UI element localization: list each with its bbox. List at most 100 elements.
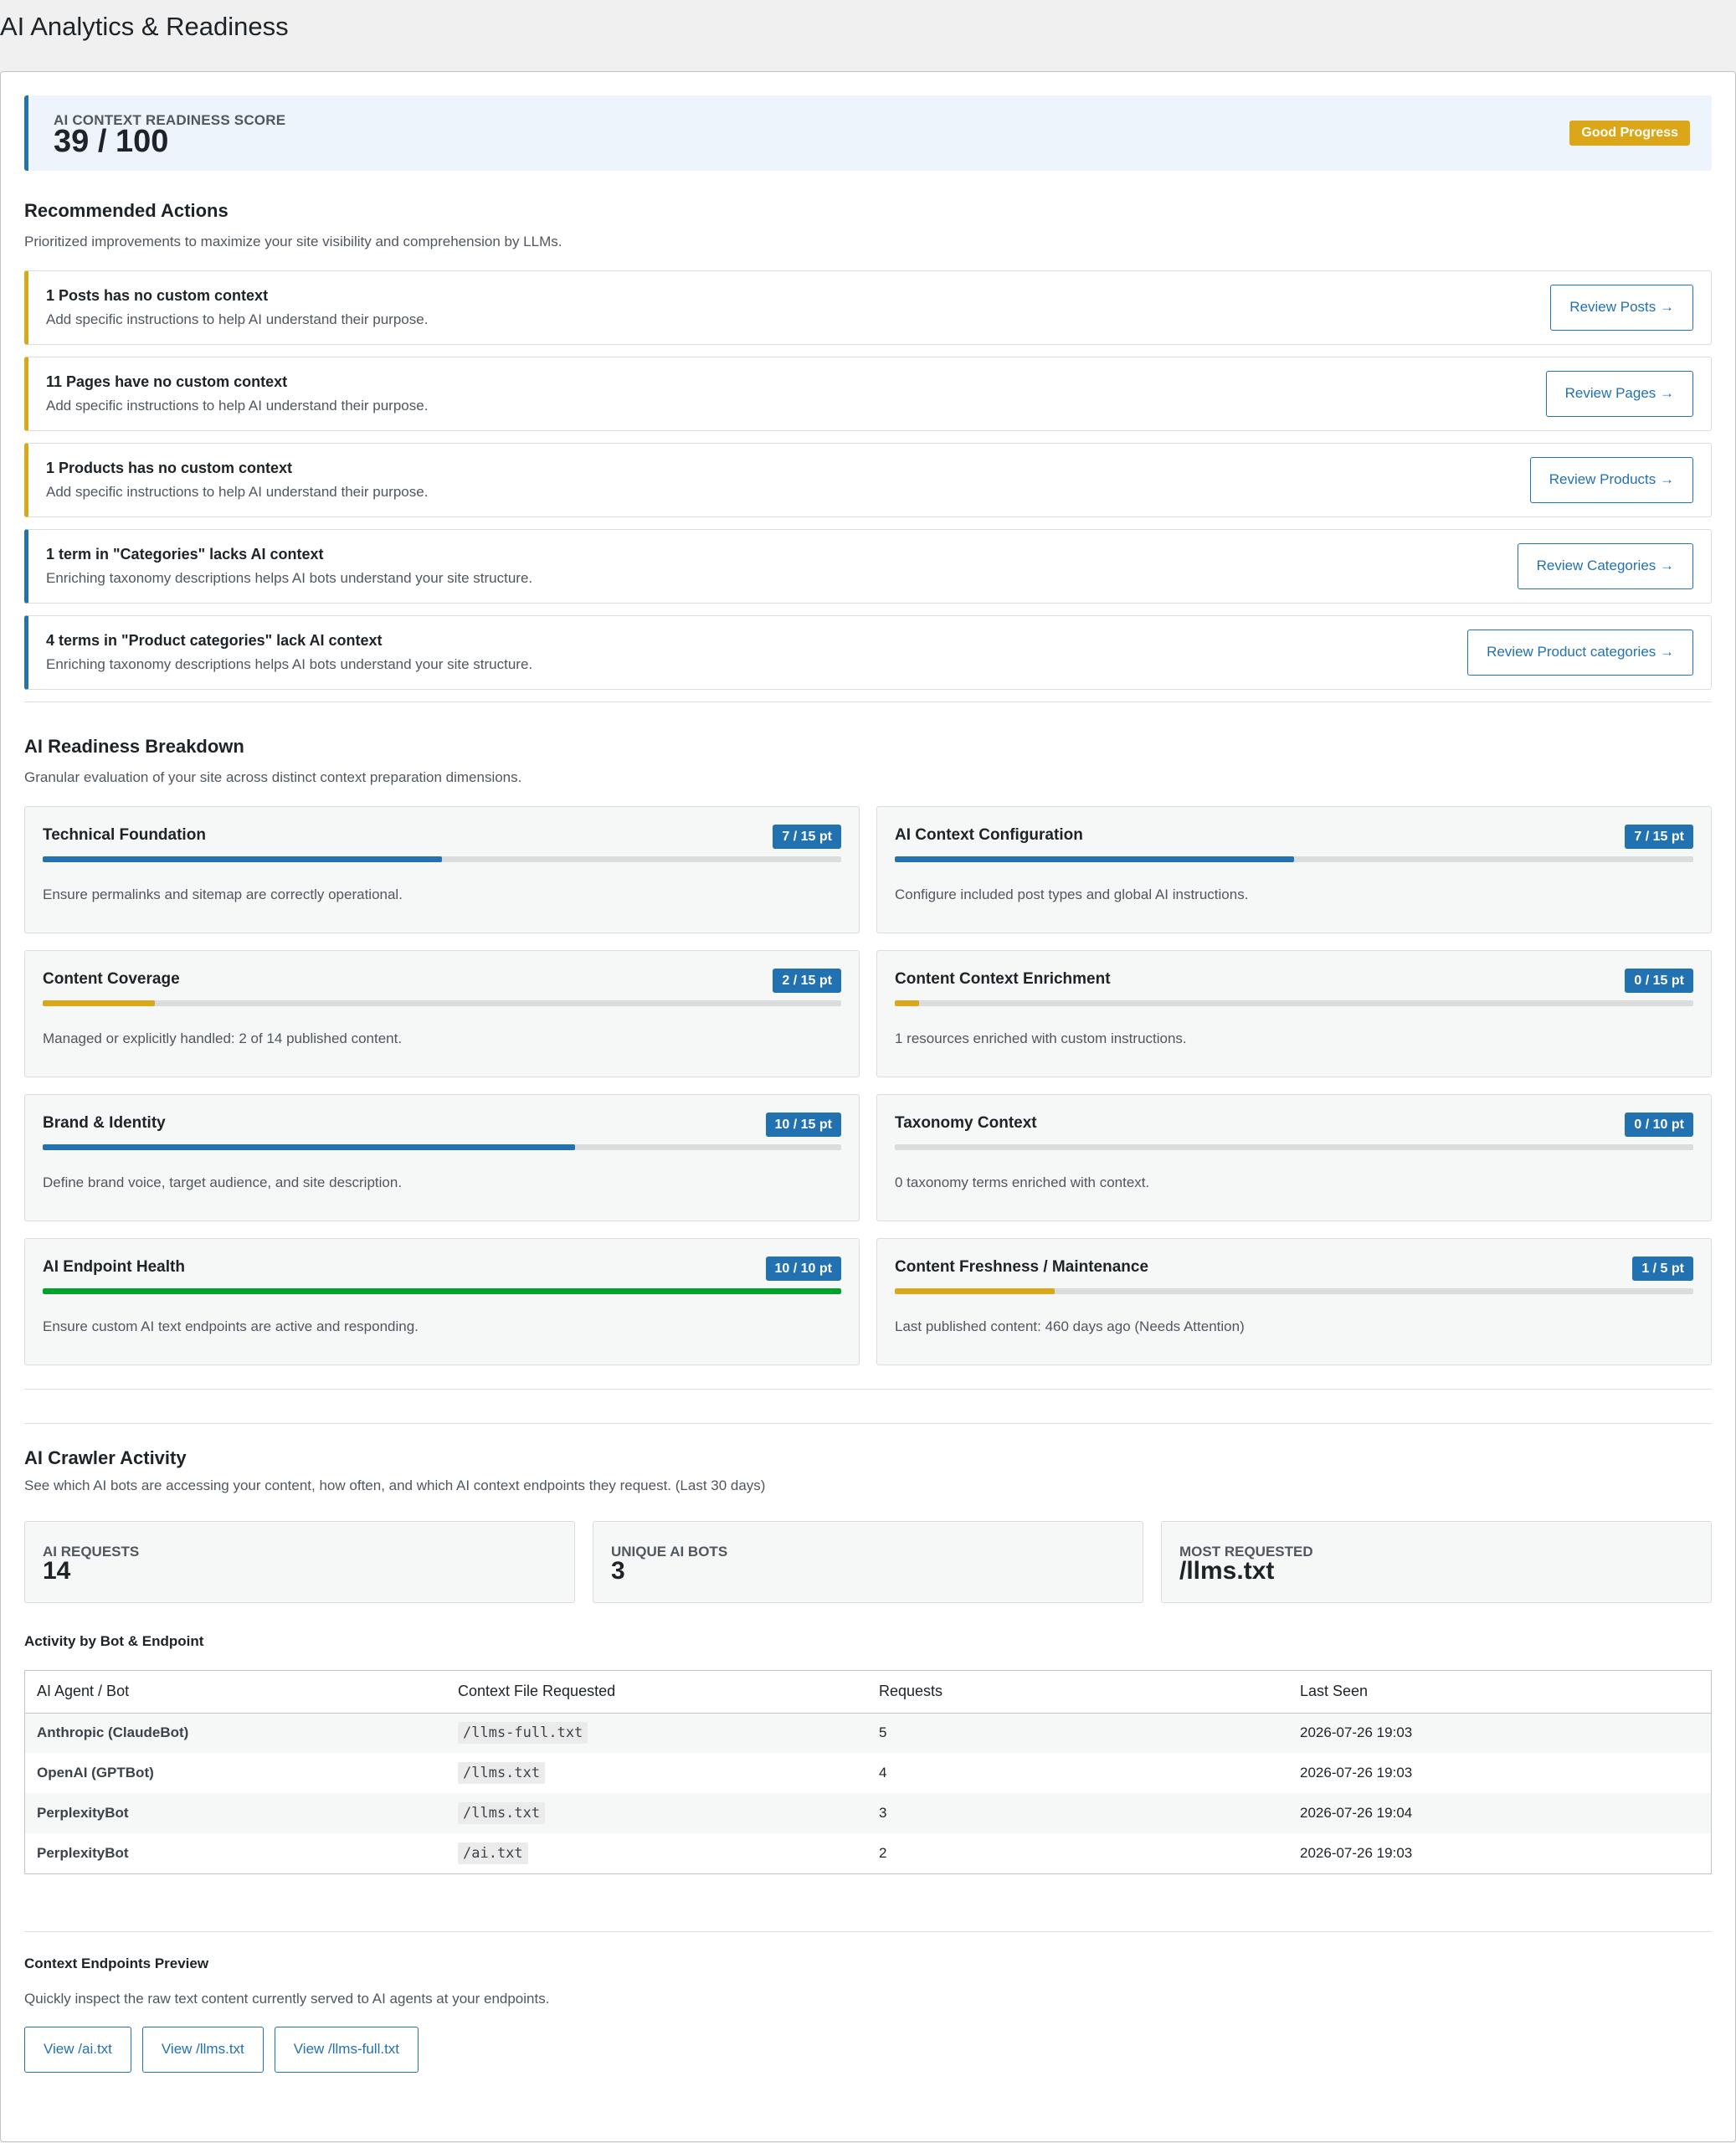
requests-count: 5 [867, 1713, 1288, 1753]
stat-unique-ai-bots: UNIQUE AI BOTS 3 [593, 1521, 1143, 1603]
stat-value: 14 [43, 1557, 71, 1585]
metric-ai-context-configuration: AI Context Configuration 7 / 15 pt Confi… [876, 806, 1712, 933]
view-llms-txt-button[interactable]: View /llms.txt [141, 2027, 264, 2073]
table-header-row: AI Agent / Bot Context File Requested Re… [25, 1671, 1711, 1714]
metric-title: Content Coverage [43, 970, 180, 988]
recommendation-title: 1 Posts has no custom context [46, 287, 269, 304]
bot-name: PerplexityBot [37, 1845, 129, 1861]
file-cell: /llms.txt [446, 1753, 867, 1793]
stat-most-requested: MOST REQUESTED /llms.txt [1161, 1521, 1712, 1603]
breakdown-title: AI Readiness Breakdown [24, 736, 244, 757]
metric-score-badge: 10 / 10 pt [765, 1257, 841, 1281]
table-row: PerplexityBot /llms.txt 3 2026-07-26 19:… [25, 1793, 1711, 1833]
score-status-badge: Good Progress [1569, 121, 1690, 146]
activity-table-title: Activity by Bot & Endpoint [24, 1633, 204, 1649]
column-header: AI Agent / Bot [25, 1671, 446, 1714]
metric-score-badge: 1 / 5 pt [1632, 1257, 1693, 1281]
activity-table: AI Agent / Bot Context File Requested Re… [24, 1670, 1712, 1874]
recommendation-description: Add specific instructions to help AI und… [46, 398, 429, 414]
crawler-activity-description: See which AI bots are accessing your con… [24, 1477, 766, 1493]
file-path: /ai.txt [458, 1842, 528, 1864]
recommendation-title: 11 Pages have no custom context [46, 373, 288, 390]
progress-bar-fill [43, 856, 442, 862]
metric-score-badge: 0 / 15 pt [1625, 969, 1693, 993]
metric-title: AI Context Configuration [895, 826, 1083, 844]
metric-description: Managed or explicitly handled: 2 of 14 p… [43, 1030, 403, 1046]
progress-bar-fill [43, 1288, 841, 1294]
metric-content-coverage: Content Coverage 2 / 15 pt Managed or ex… [24, 950, 860, 1077]
metric-title: Content Context Enrichment [895, 970, 1111, 988]
progress-bar [43, 1000, 841, 1006]
metric-score-badge: 10 / 15 pt [765, 1113, 841, 1137]
breakdown-grid: Technical Foundation 7 / 15 pt Ensure pe… [24, 806, 1712, 1365]
view-llms-full-txt-button[interactable]: View /llms-full.txt [274, 2027, 419, 2073]
stat-value: /llms.txt [1179, 1557, 1275, 1585]
endpoints-preview-section: Context Endpoints Preview Quickly inspec… [24, 1955, 1712, 2073]
metric-ai-endpoint-health: AI Endpoint Health 10 / 10 pt Ensure cus… [24, 1238, 860, 1365]
recommendation-posts: 1 Posts has no custom context Add specif… [24, 270, 1712, 345]
review-pages-button[interactable]: Review Pages → [1545, 371, 1693, 417]
section-divider [24, 701, 1712, 702]
metric-content-freshness: Content Freshness / Maintenance 1 / 5 pt… [876, 1238, 1712, 1365]
recommended-actions-description: Prioritized improvements to maximize you… [24, 234, 562, 249]
progress-bar [43, 856, 841, 862]
last-seen: 2026-07-26 19:03 [1288, 1713, 1711, 1753]
file-path: /llms.txt [458, 1762, 546, 1784]
metric-title: Technical Foundation [43, 826, 206, 844]
metric-content-context-enrichment: Content Context Enrichment 0 / 15 pt 1 r… [876, 950, 1712, 1077]
file-cell: /llms-full.txt [446, 1713, 867, 1753]
crawler-activity-section: AI Crawler Activity See which AI bots ar… [24, 1447, 1712, 1874]
recommended-actions-title: Recommended Actions [24, 200, 229, 221]
column-header: Requests [867, 1671, 1288, 1714]
readiness-breakdown-section: AI Readiness Breakdown Granular evaluati… [24, 736, 1712, 1365]
stat-value: 3 [611, 1557, 625, 1585]
metric-description: 0 taxonomy terms enriched with context. [895, 1174, 1150, 1190]
table-row: OpenAI (GPTBot) /llms.txt 4 2026-07-26 1… [25, 1753, 1711, 1793]
metric-score-badge: 0 / 10 pt [1625, 1113, 1693, 1137]
requests-count: 4 [879, 1765, 887, 1781]
review-categories-button[interactable]: Review Categories → [1517, 543, 1693, 589]
recommendation-categories: 1 term in "Categories" lacks AI context … [24, 529, 1712, 604]
section-divider [24, 1389, 1712, 1390]
panel-content: AI CONTEXT READINESS SCORE 39 / 100 Good… [24, 95, 1712, 2073]
metric-technical-foundation: Technical Foundation 7 / 15 pt Ensure pe… [24, 806, 860, 933]
last-seen: 2026-07-26 19:03 [1300, 1765, 1413, 1781]
recommendation-title: 1 term in "Categories" lacks AI context [46, 546, 324, 563]
metric-description: Define brand voice, target audience, and… [43, 1174, 403, 1190]
bot-name: Anthropic (ClaudeBot) [25, 1713, 446, 1753]
recommendation-products: 1 Products has no custom context Add spe… [24, 443, 1712, 517]
requests-count: 3 [867, 1793, 1288, 1833]
breakdown-description: Granular evaluation of your site across … [24, 769, 522, 785]
progress-bar [43, 1144, 841, 1150]
crawler-stats: AI REQUESTS 14 UNIQUE AI BOTS 3 MOST REQ… [24, 1521, 1712, 1603]
file-cell: /ai.txt [446, 1833, 867, 1873]
last-seen: 2026-07-26 19:03 [1300, 1845, 1413, 1861]
progress-bar-fill [895, 856, 1294, 862]
stat-label: UNIQUE AI BOTS [611, 1544, 728, 1560]
metric-title: Taxonomy Context [895, 1114, 1037, 1132]
recommendation-title: 1 Products has no custom context [46, 460, 293, 476]
table-row: Anthropic (ClaudeBot) /llms-full.txt 5 2… [25, 1713, 1711, 1753]
file-cell: /llms.txt [446, 1793, 867, 1833]
progress-bar-fill [895, 1288, 1055, 1294]
review-posts-button[interactable]: Review Posts → [1550, 285, 1693, 331]
review-product-categories-button[interactable]: Review Product categories → [1467, 630, 1693, 676]
progress-bar [43, 1288, 841, 1294]
review-products-button[interactable]: Review Products → [1529, 457, 1693, 503]
progress-bar [895, 856, 1693, 862]
recommendation-description: Add specific instructions to help AI und… [46, 311, 429, 327]
bot-name: PerplexityBot [25, 1793, 446, 1833]
file-path: /llms.txt [458, 1802, 546, 1824]
column-header: Context File Requested [446, 1671, 867, 1714]
progress-bar [895, 1144, 1693, 1150]
metric-title: Brand & Identity [43, 1114, 166, 1132]
progress-bar-fill [895, 1000, 919, 1006]
bot-name: OpenAI (GPTBot) [37, 1765, 154, 1781]
endpoints-preview-description: Quickly inspect the raw text content cur… [24, 1991, 550, 2007]
recommendation-title: 4 terms in "Product categories" lack AI … [46, 632, 383, 649]
recommended-actions-list: 1 Posts has no custom context Add specif… [24, 270, 1712, 690]
metric-score-badge: 2 / 15 pt [773, 969, 841, 993]
view-ai-txt-button[interactable]: View /ai.txt [24, 2027, 131, 2073]
recommendation-product-categories: 4 terms in "Product categories" lack AI … [24, 615, 1712, 690]
metric-description: Configure included post types and global… [895, 886, 1249, 902]
